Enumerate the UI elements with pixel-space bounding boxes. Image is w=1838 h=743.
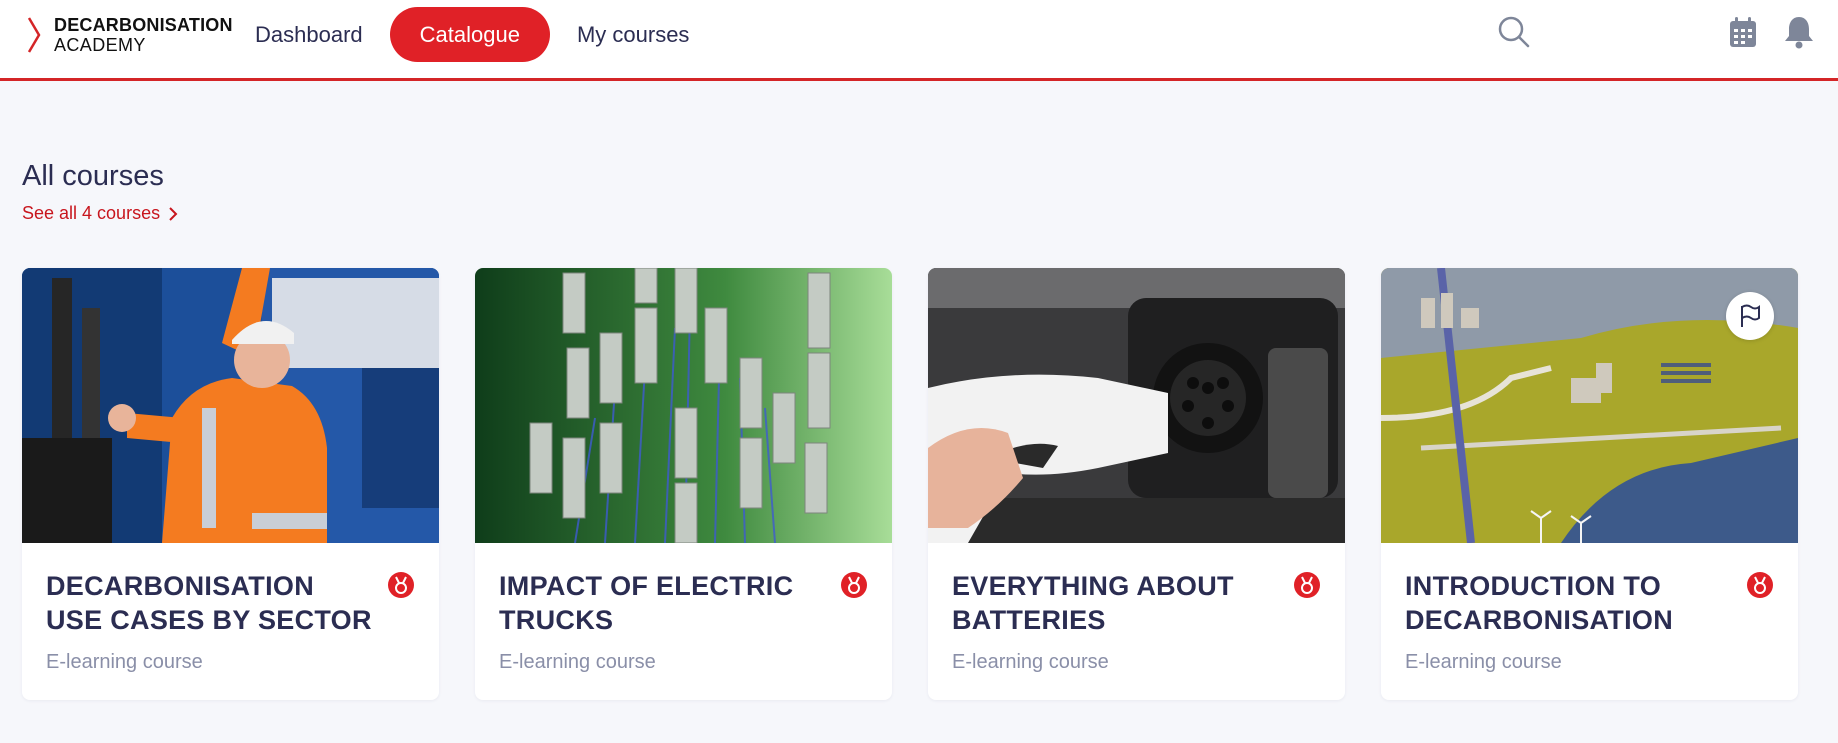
course-image-worker xyxy=(22,268,439,543)
flag-icon xyxy=(1741,304,1760,327)
course-card-body: Impact of electric trucks E-learning cou… xyxy=(475,543,892,700)
nav-my-courses[interactable]: My courses xyxy=(562,7,704,62)
course-grid: Decarbonisation use cases by sector E-le… xyxy=(22,268,1798,700)
course-title: Everything about batteries xyxy=(952,571,1234,635)
brand-logo[interactable]: DECARBONISATION ACADEMY xyxy=(26,15,233,55)
brand-line-2: ACADEMY xyxy=(54,35,146,55)
calendar-icon xyxy=(1730,17,1756,47)
course-title: Introduction to decarbonisation xyxy=(1405,571,1674,635)
search-icon xyxy=(1498,16,1530,48)
top-bar: DECARBONISATION ACADEMY Dashboard Catalo… xyxy=(0,0,1838,81)
see-all-label: See all 4 courses xyxy=(22,203,161,223)
chevron-right-icon xyxy=(169,206,178,221)
course-title: Impact of electric trucks xyxy=(499,571,794,635)
medal-icon xyxy=(841,572,867,598)
course-card-body: Introduction to decarbonisation E-learni… xyxy=(1381,543,1798,700)
medal-icon xyxy=(1747,572,1773,598)
see-all-courses-link[interactable]: See all 4 courses xyxy=(22,203,178,224)
nav-catalogue[interactable]: Catalogue xyxy=(389,7,550,62)
medal-icon xyxy=(388,572,414,598)
course-card-body: Decarbonisation use cases by sector E-le… xyxy=(22,543,439,700)
calendar-button[interactable] xyxy=(1726,14,1762,50)
course-image-charger xyxy=(928,268,1345,543)
notifications-button[interactable] xyxy=(1782,14,1818,50)
section-title: All courses xyxy=(22,160,164,192)
brand-line-1: DECARBONISATION xyxy=(54,15,233,35)
course-card[interactable]: Introduction to decarbonisation E-learni… xyxy=(1381,268,1798,700)
course-image-batteries-green xyxy=(475,268,892,543)
search-button[interactable] xyxy=(1496,14,1532,50)
brand-name: DECARBONISATION ACADEMY xyxy=(54,15,233,55)
course-title: Decarbonisation use cases by sector xyxy=(46,571,372,635)
course-type: E-learning course xyxy=(46,651,203,673)
medal-icon xyxy=(1294,572,1320,598)
main-nav: Dashboard Catalogue My courses xyxy=(240,7,704,62)
course-type: E-learning course xyxy=(1405,651,1562,673)
course-card[interactable]: Impact of electric trucks E-learning cou… xyxy=(475,268,892,700)
bookmark-flag-button[interactable] xyxy=(1726,292,1774,340)
course-card[interactable]: Decarbonisation use cases by sector E-le… xyxy=(22,268,439,700)
course-card[interactable]: Everything about batteries E-learning co… xyxy=(928,268,1345,700)
bell-icon xyxy=(1785,17,1813,49)
nav-dashboard[interactable]: Dashboard xyxy=(240,7,378,62)
courses-section-header: All courses See all 4 courses xyxy=(22,160,178,224)
course-card-body: Everything about batteries E-learning co… xyxy=(928,543,1345,700)
course-type: E-learning course xyxy=(952,651,1109,673)
logo-chevron-icon xyxy=(27,17,41,53)
course-type: E-learning course xyxy=(499,651,656,673)
